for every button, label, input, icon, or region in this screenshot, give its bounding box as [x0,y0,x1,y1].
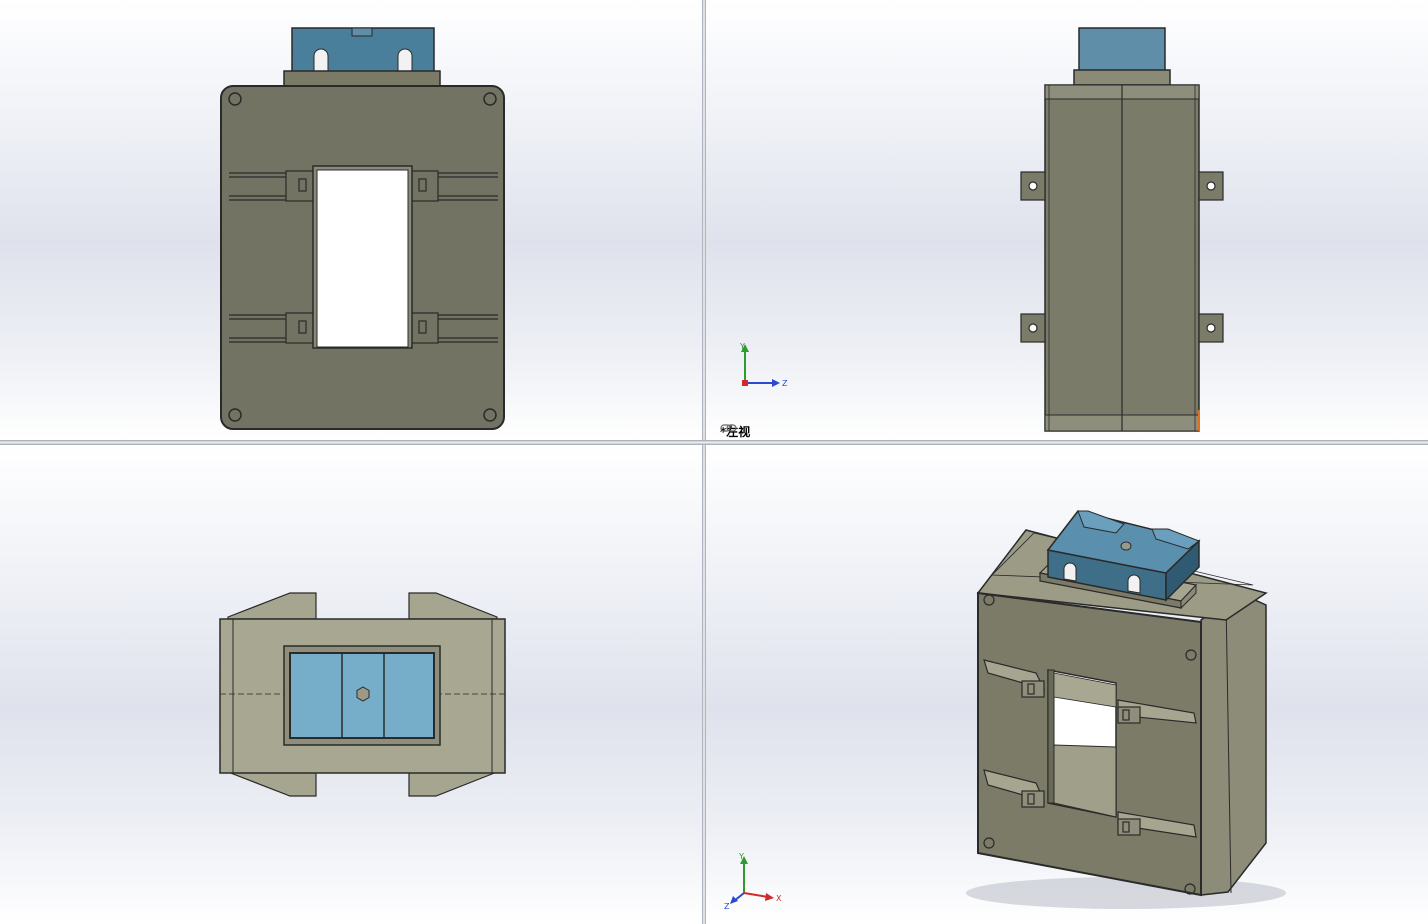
isometric-view-viewport[interactable]: Y X Z [706,445,1428,924]
top-view-viewport[interactable] [0,445,702,924]
triad-z-label: Z [782,379,788,388]
triad-y-label: Y [739,342,745,351]
top-view-model [219,592,506,797]
coordinate-triad-icon: Y Z [739,342,788,388]
triad-z-label: Z [724,902,730,909]
isometric-view-model [966,510,1286,909]
link-icon[interactable] [720,423,737,433]
horizontal-viewport-splitter[interactable] [0,440,1428,445]
front-view-model [220,27,505,430]
triad-y-label: Y [738,852,744,861]
left-view-model [1020,27,1224,432]
view-name-label: *左视 [720,423,750,439]
triad-x-label: X [776,894,782,903]
front-view-viewport[interactable] [0,0,702,440]
vertical-viewport-splitter[interactable] [702,0,706,924]
left-view-viewport[interactable]: Y Z *左视 [706,0,1428,440]
coordinate-triad-icon: Y X Z [724,852,782,909]
